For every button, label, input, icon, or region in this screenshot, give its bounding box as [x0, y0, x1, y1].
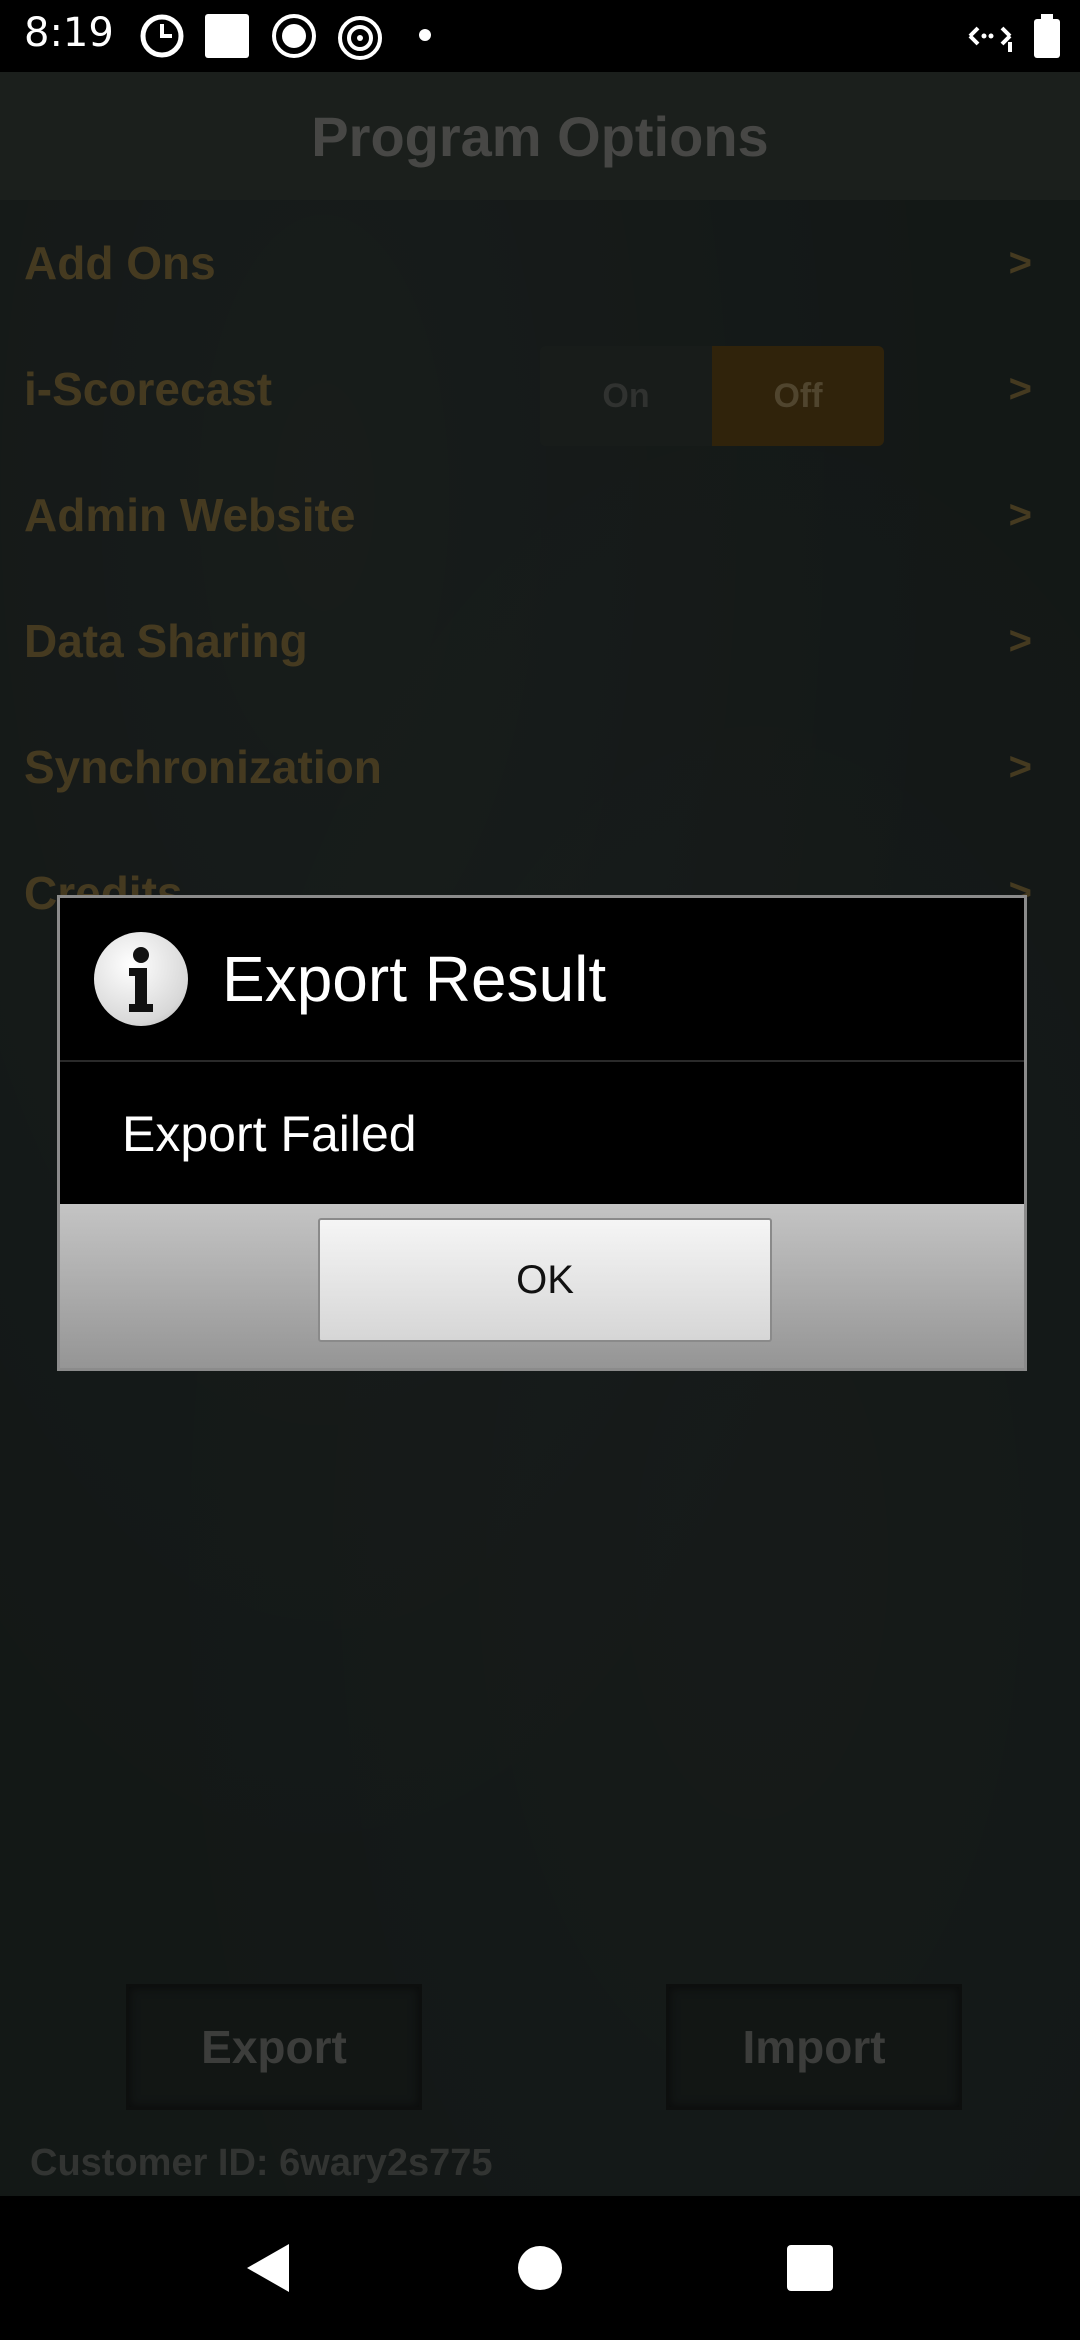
- target-icon: [336, 14, 384, 67]
- navigation-bar: [0, 2196, 1080, 2340]
- dialog-title: Export Result: [222, 943, 607, 1015]
- home-icon[interactable]: [480, 2196, 600, 2340]
- ok-button[interactable]: OK: [318, 1218, 772, 1342]
- square-icon: [205, 14, 249, 63]
- dialog-message: Export Failed: [122, 1106, 417, 1162]
- signal-icon: [964, 16, 1016, 61]
- status-time: 8:19: [24, 10, 114, 56]
- dialog-header: Export Result: [60, 898, 1024, 1062]
- battery-icon: [1034, 14, 1060, 63]
- info-icon: [94, 932, 188, 1026]
- dialog-message-area: Export Failed: [60, 1062, 1024, 1206]
- back-icon[interactable]: [208, 2196, 328, 2340]
- dialog-button-bar: OK: [60, 1204, 1024, 1368]
- recents-icon[interactable]: [750, 2196, 870, 2340]
- status-bar: 8:19: [0, 0, 1080, 72]
- dot-icon: [418, 28, 432, 47]
- export-result-dialog: Export Result Export Failed OK: [57, 895, 1027, 1371]
- clock-icon: [140, 14, 184, 63]
- record-icon: [272, 14, 316, 63]
